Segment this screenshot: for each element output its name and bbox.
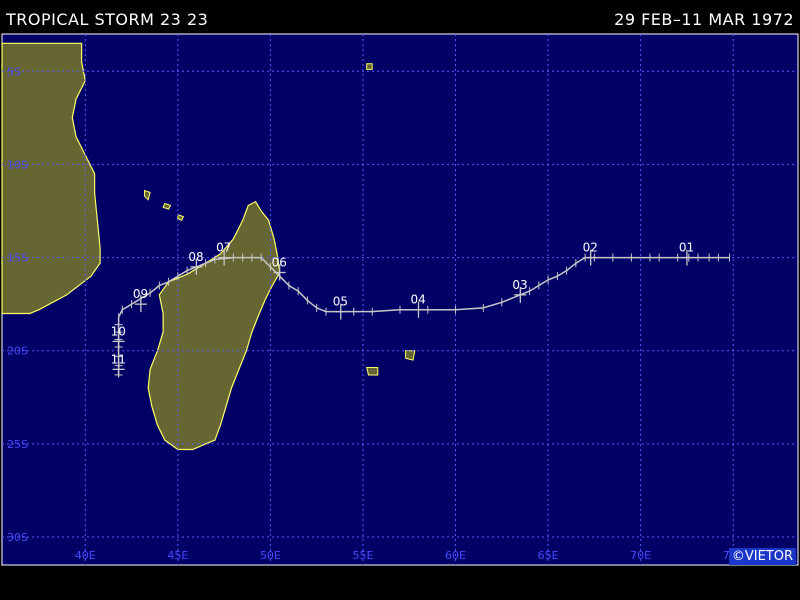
day-label: 07 xyxy=(216,241,231,255)
lon-label: 55E xyxy=(353,549,374,562)
ocean-background xyxy=(1,33,799,566)
island xyxy=(366,63,373,70)
day-label: 02 xyxy=(583,241,598,255)
day-label: 09 xyxy=(133,287,148,301)
lon-label: 65E xyxy=(538,549,559,562)
day-label: 01 xyxy=(679,241,694,255)
lat-label: 15S xyxy=(7,252,28,265)
lat-label: 10S xyxy=(7,158,28,171)
lon-label: 45E xyxy=(167,549,188,562)
day-label: 11 xyxy=(111,352,126,366)
credit-badge: ©VIETOR xyxy=(728,548,796,565)
lat-label: 30S xyxy=(7,531,28,544)
day-label: 05 xyxy=(333,295,348,309)
lat-label: 5S xyxy=(7,65,21,78)
lon-label: 70E xyxy=(630,549,651,562)
day-label: 03 xyxy=(512,278,527,292)
day-label: 06 xyxy=(272,255,287,269)
day-label: 10 xyxy=(111,324,126,338)
lat-label: 25S xyxy=(7,438,28,451)
lon-label: 60E xyxy=(445,549,466,562)
island xyxy=(405,350,416,361)
island xyxy=(366,367,379,376)
lon-label: 50E xyxy=(260,549,281,562)
day-label: 04 xyxy=(411,293,426,307)
storm-track-map: 5S10S15S20S25S30S40E45E50E55E60E65E70E75… xyxy=(1,33,799,566)
day-label: 08 xyxy=(188,250,203,264)
lon-label: 40E xyxy=(75,549,96,562)
lat-label: 20S xyxy=(7,345,28,358)
